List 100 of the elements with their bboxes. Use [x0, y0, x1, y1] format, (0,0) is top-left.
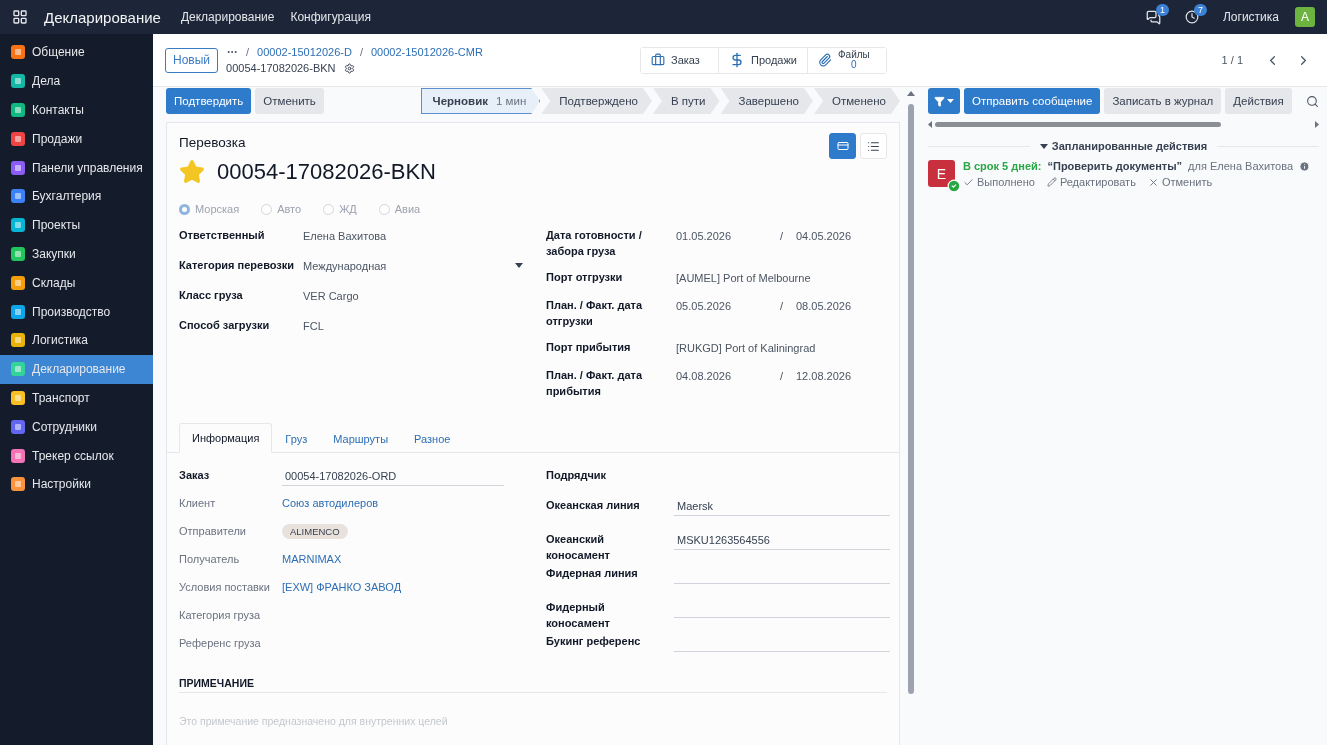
field-label: Категория груза — [179, 608, 262, 623]
activity-action[interactable]: Редактировать — [1046, 176, 1136, 188]
chatter-button[interactable]: Отправить сообщение — [964, 88, 1101, 114]
sidebar-item[interactable]: Транспорт — [0, 383, 153, 413]
search-icon[interactable] — [1306, 94, 1319, 108]
status-step[interactable]: Подтверждено — [541, 88, 652, 114]
field-label: Подрядчик — [546, 468, 608, 483]
field-label: Способ загрузки — [179, 318, 271, 333]
radio-icon[interactable] — [261, 203, 273, 215]
app-icon — [10, 418, 26, 435]
star-icon[interactable] — [179, 159, 205, 185]
select-field[interactable]: Международная — [303, 257, 523, 274]
activity-action[interactable]: Выполнено — [963, 176, 1035, 188]
clock-icon[interactable] — [1185, 10, 1199, 24]
field-value: [AUMEL] Port of Melbourne — [676, 271, 812, 286]
value-link[interactable]: Союз автодилеров — [282, 495, 379, 511]
scrollbar-thumb[interactable] — [935, 122, 1221, 127]
smart-button[interactable]: Заказ — [641, 47, 720, 73]
date-value: 04.05.2026 — [796, 229, 853, 244]
field-label: Отправители — [179, 524, 247, 539]
field-label: Порт прибытия — [546, 340, 632, 355]
caret-icon[interactable] — [1039, 143, 1048, 149]
info-icon[interactable] — [1299, 160, 1311, 172]
app-icon — [10, 476, 26, 493]
section-heading[interactable]: Запланированные действия — [1051, 140, 1208, 152]
filter-button[interactable] — [928, 88, 960, 114]
scroll-right-icon[interactable] — [1315, 121, 1319, 128]
menu-item[interactable]: Конфигурация — [290, 10, 371, 24]
app-icon — [10, 274, 26, 291]
sidebar-item[interactable]: Логистика — [0, 325, 153, 355]
view-button[interactable] — [829, 133, 856, 159]
chatter-button[interactable]: Действия — [1225, 88, 1292, 114]
app-icon — [10, 303, 26, 320]
card-view-icon — [836, 140, 849, 152]
sidebar-item[interactable]: Производство — [0, 297, 153, 326]
sidebar-item[interactable]: Продажи — [0, 124, 153, 154]
status-step[interactable]: В пути — [652, 88, 720, 114]
value-link[interactable]: [EXW] ФРАНКО ЗАВОД — [282, 579, 402, 595]
field-label: Фидерный коносамент — [546, 600, 611, 631]
date-value: 05.05.2026 — [676, 299, 733, 314]
sidebar-item[interactable]: Дела — [0, 66, 153, 96]
value-link[interactable]: MARNIMAX — [282, 551, 342, 567]
chatter-button[interactable]: Записать в журнал — [1104, 88, 1222, 114]
sidebar-item[interactable]: Закупки — [0, 239, 153, 269]
activity-action[interactable]: Отменить — [1147, 176, 1213, 188]
tab[interactable]: Груз — [272, 423, 321, 453]
menu-item[interactable]: Декларирование — [180, 10, 275, 24]
company-switcher[interactable]: Логистика — [1223, 10, 1279, 24]
sidebar-item[interactable]: Бухгалтерия — [0, 182, 153, 211]
assignee-text: для Елена Вахитова — [1188, 160, 1294, 172]
apps-menu-icon[interactable] — [12, 9, 28, 25]
field-label: План. / Факт. дата прибытия — [546, 368, 644, 399]
breadcrumb-link[interactable]: 00002-15012026-CMR — [371, 46, 483, 58]
action-button[interactable]: Подтвердить — [166, 88, 252, 114]
sidebar-item[interactable]: Общение — [0, 38, 153, 67]
tab[interactable]: Информация — [179, 423, 273, 453]
radio-icon[interactable] — [179, 203, 190, 215]
count-badge: 1 — [1155, 3, 1169, 16]
field-label: Дата готовности / забора груза — [546, 228, 643, 259]
tab[interactable]: Разное — [401, 423, 464, 453]
input-field[interactable]: 00054-17082026-ORD — [282, 467, 504, 486]
status-step[interactable]: Отменено — [814, 88, 900, 114]
scrollbar-thumb[interactable] — [907, 104, 914, 694]
close-icon — [1147, 176, 1159, 188]
app-icon — [10, 217, 26, 234]
sidebar-item[interactable]: Панели управления — [0, 153, 153, 182]
range-separator: / — [780, 229, 785, 244]
messages-icon[interactable] — [1146, 9, 1161, 25]
activity-summary: “Проверить документы” — [1047, 160, 1183, 172]
action-button[interactable]: Отменить — [255, 88, 324, 114]
field-value: FCL — [303, 319, 325, 334]
record-title: 00054-17082026-BKN — [217, 159, 436, 185]
app-icon — [10, 159, 26, 176]
input-field[interactable]: Maersk — [674, 497, 890, 516]
field-label: Ответственный — [179, 228, 266, 243]
radio-icon[interactable] — [323, 203, 335, 215]
tab[interactable]: Маршруты — [320, 423, 402, 453]
date-value: 01.05.2026 — [676, 229, 733, 244]
list-icon — [867, 139, 880, 153]
sidebar-item[interactable]: Склады — [0, 268, 153, 298]
sidebar-item[interactable]: Настройки — [0, 469, 153, 499]
sidebar-item[interactable]: Сотрудники — [0, 412, 153, 442]
sidebar-item[interactable]: Трекер ссылок — [0, 441, 153, 470]
check-circle-icon — [947, 179, 961, 193]
input-field[interactable]: MSKU1263564556 — [674, 531, 890, 550]
scroll-up-icon[interactable] — [906, 91, 915, 96]
breadcrumb-link[interactable]: 00002-15012026-D — [257, 46, 352, 58]
radio-icon[interactable] — [378, 203, 390, 215]
gear-icon[interactable] — [343, 62, 355, 74]
caret-icon — [515, 263, 523, 268]
field-label: Клиент — [179, 496, 217, 511]
briefcase-icon — [651, 53, 666, 67]
sidebar-item[interactable]: Проекты — [0, 210, 153, 240]
status-step[interactable]: Черновик 1 мин — [420, 88, 541, 114]
status-step[interactable]: Завершено — [720, 88, 813, 114]
scroll-left-icon[interactable] — [928, 121, 932, 128]
new-button[interactable]: Новый — [165, 47, 219, 73]
filter-icon — [934, 95, 945, 107]
app-icon — [10, 73, 26, 90]
sidebar-item[interactable]: Контакты — [0, 95, 153, 125]
